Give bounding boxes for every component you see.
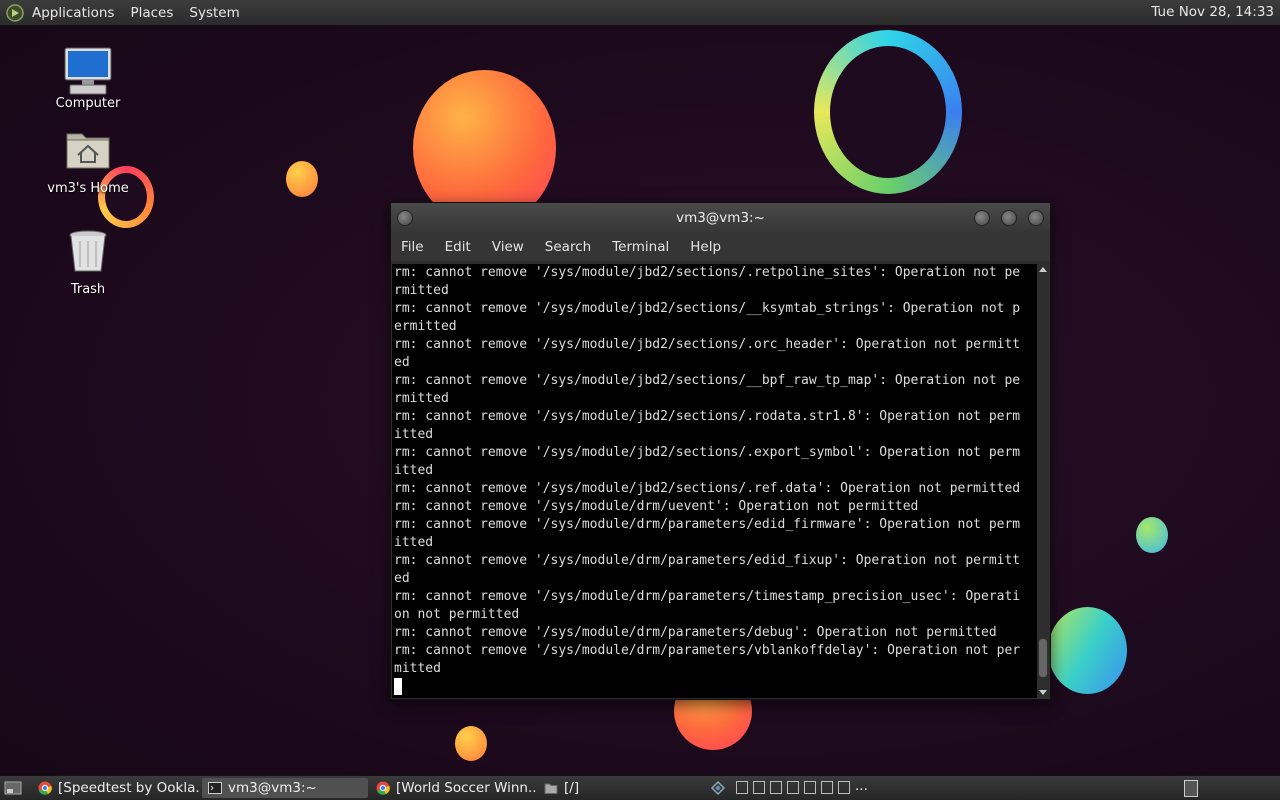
terminal-line: ed [394, 355, 410, 370]
terminal-line: rm: cannot remove '/sys/module/jbd2/sect… [394, 409, 1021, 424]
menu-edit[interactable]: Edit [445, 239, 471, 255]
terminal-line: rm: cannot remove '/sys/module/drm/param… [394, 553, 1021, 568]
workspace-1[interactable] [736, 781, 748, 794]
terminal-line: itted [394, 535, 434, 550]
terminal-line: rm: cannot remove '/sys/module/drm/param… [394, 643, 1021, 658]
menu-view[interactable]: View [492, 239, 524, 255]
workspace-7[interactable] [838, 781, 850, 794]
desktop-icon-trash[interactable]: Trash [38, 229, 138, 297]
terminal-line: rmitted [394, 283, 449, 298]
trash-icon [69, 230, 107, 272]
terminal-line: rm: cannot remove '/sys/module/jbd2/sect… [394, 337, 1021, 352]
workspace-4[interactable] [787, 781, 799, 794]
scroll-down-arrow-icon[interactable] [1039, 690, 1047, 695]
terminal-line: rm: cannot remove '/sys/module/jbd2/sect… [394, 445, 1021, 460]
terminal-line: rm: cannot remove '/sys/module/drm/ueven… [394, 499, 919, 514]
terminal-line: rm: cannot remove '/sys/module/drm/param… [394, 625, 997, 640]
computer-icon [64, 47, 112, 95]
window-title: vm3@vm3:~ [676, 210, 765, 226]
terminal-line: ermitted [394, 319, 457, 334]
applications-menu[interactable]: Applications [32, 5, 114, 21]
terminal-line: rm: cannot remove '/sys/module/jbd2/sect… [394, 301, 1021, 316]
desktop-icon-label: Trash [70, 282, 106, 297]
task-file-manager[interactable]: [/] [538, 778, 698, 798]
terminal-scrollbar[interactable] [1037, 264, 1049, 698]
desktop-icon-home[interactable]: vm3's Home [38, 128, 138, 196]
decorative-gradient-ring [814, 30, 962, 194]
desktop-icon-label: vm3's Home [47, 181, 129, 196]
terminal-line: itted [394, 427, 434, 442]
chrome-icon [376, 781, 390, 795]
places-menu[interactable]: Places [130, 5, 173, 21]
home-folder-icon [66, 133, 110, 169]
terminal-line: rm: cannot remove '/sys/module/jbd2/sect… [394, 481, 1021, 496]
system-menu[interactable]: System [189, 5, 239, 21]
terminal-line: rm: cannot remove '/sys/module/drm/param… [394, 517, 1021, 532]
desktop-icon-label: Computer [55, 96, 121, 111]
clock[interactable]: Tue Nov 28, 14:33 [1151, 4, 1274, 20]
desktop-icon-computer[interactable]: Computer [38, 46, 138, 111]
task-label: [World Soccer Winn... [396, 780, 536, 796]
decorative-green-blue-circle [1048, 607, 1127, 694]
terminal-line: rm: cannot remove '/sys/module/jbd2/sect… [394, 373, 1021, 388]
menu-help[interactable]: Help [690, 239, 721, 255]
workspace-2[interactable] [753, 781, 765, 794]
workspace-overflow: ... [855, 778, 868, 794]
terminal-line: on not permitted [394, 607, 520, 622]
task-terminal[interactable]: vm3@vm3:~ [202, 778, 368, 798]
terminal-output[interactable]: rm: cannot remove '/sys/module/jbd2/sect… [392, 264, 1037, 698]
task-speedtest[interactable]: [Speedtest by Ookla... [32, 778, 200, 798]
chrome-icon [38, 781, 52, 795]
minimize-icon[interactable] [974, 210, 990, 226]
workspace-5[interactable] [804, 781, 816, 794]
terminal-line: itted [394, 463, 434, 478]
task-label: [Speedtest by Ookla... [58, 780, 200, 796]
terminal-line: ed [394, 571, 410, 586]
decorative-cyan-dot [1136, 517, 1168, 553]
folder-icon [544, 783, 558, 794]
text-cursor [394, 678, 402, 695]
menu-search[interactable]: Search [545, 239, 591, 255]
terminal-line: rm: cannot remove '/sys/module/jbd2/sect… [394, 265, 1021, 280]
scroll-up-arrow-icon[interactable] [1039, 267, 1047, 272]
terminal-line: rmitted [394, 391, 449, 406]
task-world-soccer[interactable]: [World Soccer Winn... [370, 778, 536, 798]
task-label: vm3@vm3:~ [228, 780, 317, 796]
show-desktop-icon[interactable] [4, 780, 22, 796]
close-icon[interactable] [1028, 210, 1044, 226]
terminal-menubar: File Edit View Search Terminal Help [391, 233, 1050, 261]
decorative-small-orange-dot [286, 161, 318, 197]
terminal-line: rm: cannot remove '/sys/module/drm/param… [394, 589, 1021, 604]
workspace-3[interactable] [770, 781, 782, 794]
menu-file[interactable]: File [401, 239, 424, 255]
bottom-panel: [Speedtest by Ookla... vm3@vm3:~ [World … [0, 775, 1280, 800]
maximize-icon[interactable] [1001, 210, 1017, 226]
decorative-tiny-orange-dot [455, 726, 487, 761]
terminal-prompt-line[interactable] [394, 678, 1037, 696]
trash-applet-icon[interactable] [1184, 780, 1198, 797]
distro-logo-icon[interactable] [6, 3, 24, 22]
network-icon[interactable] [710, 780, 726, 796]
scrollbar-thumb[interactable] [1039, 639, 1047, 677]
top-panel: Applications Places System Tue Nov 28, 1… [0, 0, 1280, 26]
task-label: [/] [564, 780, 580, 796]
window-menu-icon[interactable] [397, 210, 413, 226]
workspace-6[interactable] [821, 781, 833, 794]
terminal-window[interactable]: vm3@vm3:~ File Edit View Search Terminal… [390, 202, 1051, 700]
window-titlebar[interactable]: vm3@vm3:~ [391, 203, 1050, 233]
terminal-icon [208, 782, 222, 794]
menu-terminal[interactable]: Terminal [612, 239, 669, 255]
terminal-line: mitted [394, 661, 441, 676]
